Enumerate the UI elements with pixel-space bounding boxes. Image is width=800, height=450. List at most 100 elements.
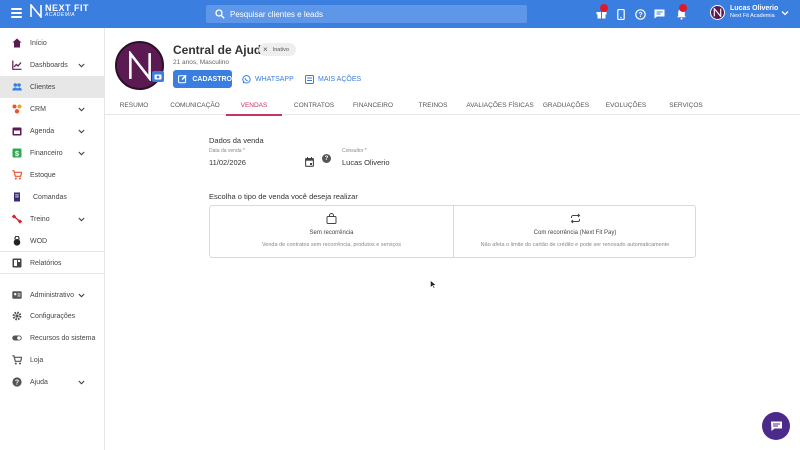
home-icon <box>12 38 22 48</box>
profile-tabs: RESUMO COMUNICAÇÃO VENDAS CONTRATOS FINANCEI… <box>105 96 800 116</box>
chevron-down-icon <box>78 107 85 111</box>
option-sem-recorrencia[interactable]: Sem recorrência Venda de contratos sem r… <box>210 206 453 257</box>
chat-icon[interactable] <box>652 7 666 21</box>
more-actions-label: MAIS AÇÕES <box>318 75 362 83</box>
sidebar-item-label: CRM <box>30 105 46 113</box>
whatsapp-icon <box>242 74 251 84</box>
tab-comunica-o[interactable]: COMUNICAÇÃO <box>164 96 226 115</box>
chevron-down-icon <box>78 217 85 221</box>
sidebar-item-label: Ajuda <box>30 378 48 386</box>
tab-label: COMUNICAÇÃO <box>170 102 220 109</box>
question-icon: ? <box>12 377 22 387</box>
receipt-icon <box>14 192 20 202</box>
tab-resumo[interactable]: RESUMO <box>114 96 154 115</box>
tab-avalia-es-f-sicas[interactable]: AVALIAÇÕES FÍSICAS <box>459 96 541 115</box>
sidebar-item-label: Loja <box>30 356 44 364</box>
mobile-icon[interactable] <box>614 7 628 21</box>
user-name: Lucas Oliverio <box>730 5 779 13</box>
sidebar-item-label: Financeiro <box>30 149 63 157</box>
whatsapp-button[interactable]: WHATSAPP <box>242 70 294 88</box>
profile-meta: 21 anos, Masculino <box>173 59 230 66</box>
tab-servi-os[interactable]: SERVIÇOS <box>664 96 708 115</box>
sidebar-item-label: Comandas <box>33 193 67 201</box>
sidebar-item[interactable]: Estoque <box>0 164 105 186</box>
kettlebell-icon <box>13 236 21 246</box>
choose-title: Escolha o tipo de venda você deseja real… <box>209 192 358 201</box>
status-badge: × Inativo <box>259 43 296 56</box>
gear-icon <box>12 311 22 321</box>
help-icon[interactable]: ? <box>322 154 331 163</box>
menu-icon[interactable] <box>11 8 22 18</box>
grid-icon <box>305 74 314 84</box>
sidebar-item[interactable]: CRM <box>0 98 105 120</box>
sidebar-item[interactable]: Recursos do sistema <box>0 327 105 349</box>
search-input[interactable]: Pesquisar clientes e leads <box>206 5 527 23</box>
tab-treinos[interactable]: TREINOS <box>415 96 451 115</box>
consultant-field[interactable]: Lucas Oliverio <box>342 158 390 167</box>
chat-support-button[interactable] <box>762 412 790 440</box>
sidebar: Início Dashboards Clientes CRM Agenda $ Financ… <box>0 28 105 450</box>
edit-icon <box>178 74 187 84</box>
option-com-recorrencia[interactable]: Com recorrência (Next Fit Pay) Não afeta… <box>453 206 696 257</box>
chat-bubble-icon <box>770 421 782 431</box>
close-icon[interactable]: × <box>263 45 268 54</box>
tab-vendas[interactable]: VENDAS <box>226 96 282 116</box>
date-field[interactable]: 11/02/2026 <box>209 158 246 167</box>
tab-label: RESUMO <box>119 102 149 109</box>
status-label: Inativo <box>272 46 289 53</box>
option-title: Com recorrência (Next Fit Pay) <box>533 230 617 236</box>
chevron-down-icon <box>78 129 85 133</box>
sidebar-divider <box>0 273 104 274</box>
tab-financeiro[interactable]: FINANCEIRO <box>349 96 397 115</box>
chevron-down-icon <box>78 151 85 155</box>
tab-label: EVOLUÇÕES <box>605 102 647 109</box>
chevron-down-icon <box>78 293 85 297</box>
chevron-down-icon <box>78 380 85 384</box>
sidebar-item[interactable]: Início <box>0 32 105 54</box>
camera-icon[interactable] <box>152 71 164 82</box>
sidebar-item[interactable]: $ Financeiro <box>0 142 105 164</box>
sidebar-item-label: Agenda <box>30 127 55 135</box>
tab-gradua-es[interactable]: GRADUAÇÕES <box>538 96 594 115</box>
sidebar-item[interactable]: Relatórios <box>0 252 105 274</box>
money-icon: $ <box>12 148 22 158</box>
logo[interactable]: NEXT FIT ACADEMIA <box>30 4 89 18</box>
bell-badge <box>679 4 687 12</box>
sidebar-item[interactable]: Dashboards <box>0 54 105 76</box>
sidebar-item[interactable]: Configurações <box>0 305 105 327</box>
tab-evolu-es[interactable]: EVOLUÇÕES <box>601 96 651 115</box>
cadastro-button[interactable]: CADASTRO <box>173 70 232 88</box>
sidebar-item[interactable]: Agenda <box>0 120 105 142</box>
sidebar-item[interactable]: Clientes <box>0 76 105 98</box>
consultant-label: Consultor * <box>342 148 367 154</box>
profile-name: Central de Ajuda <box>173 43 268 57</box>
tab-label: SERVIÇOS <box>669 102 703 109</box>
chevron-down-icon <box>781 11 789 16</box>
tab-contratos[interactable]: CONTRATOS <box>288 96 340 115</box>
sidebar-item[interactable]: ? Ajuda <box>0 371 105 393</box>
top-bar: NEXT FIT ACADEMIA Pesquisar clientes e l… <box>0 0 800 28</box>
logo-subtext: ACADEMIA <box>45 12 76 18</box>
sidebar-item[interactable]: Comandas <box>0 186 105 208</box>
more-actions-button[interactable]: MAIS AÇÕES <box>305 70 361 88</box>
sidebar-item-label: Dashboards <box>30 61 68 69</box>
sidebar-item-label: WOD <box>30 237 48 245</box>
section-title: Dados da venda <box>209 136 264 145</box>
sidebar-item[interactable]: Loja <box>0 349 105 371</box>
bag-icon <box>326 213 337 224</box>
sidebar-item[interactable]: WOD <box>0 230 105 252</box>
help-circle-icon[interactable]: ? <box>633 7 647 21</box>
user-menu[interactable]: Lucas Oliverio Next Fit Academia <box>710 5 789 20</box>
sidebar-item[interactable]: Administrativo <box>0 284 105 306</box>
logo-mark-icon <box>30 4 42 18</box>
tab-label: GRADUAÇÕES <box>542 102 590 109</box>
id-card-icon <box>12 291 22 299</box>
avatar <box>710 5 725 20</box>
date-label: Data da venda * <box>209 148 245 154</box>
calendar-icon[interactable] <box>305 157 314 167</box>
user-org: Next Fit Academia <box>730 13 775 20</box>
sidebar-item[interactable]: Treino <box>0 208 105 230</box>
tab-label: VENDAS <box>240 102 268 109</box>
dumbbell-icon <box>12 214 22 224</box>
repeat-icon <box>570 213 581 224</box>
